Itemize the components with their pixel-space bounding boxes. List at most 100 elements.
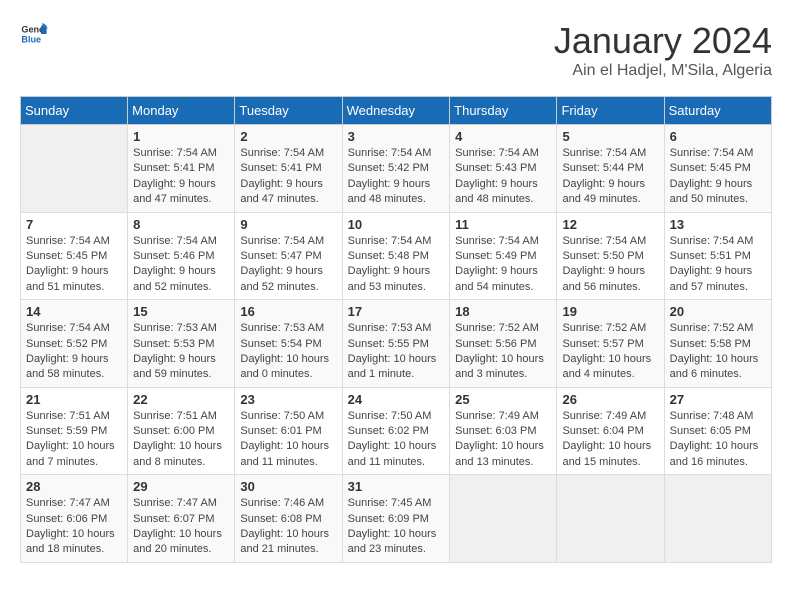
calendar-day-cell: 15 Sunrise: 7:53 AMSunset: 5:53 PMDayligh… <box>128 300 235 388</box>
day-number: 15 <box>133 304 229 319</box>
day-info: Sunrise: 7:53 AMSunset: 5:54 PMDaylight:… <box>240 321 336 383</box>
day-info: Sunrise: 7:54 AMSunset: 5:48 PMDaylight:… <box>348 234 445 296</box>
calendar-day-cell: 10 Sunrise: 7:54 AMSunset: 5:48 PMDayligh… <box>342 212 450 300</box>
calendar-day-cell: 28 Sunrise: 7:47 AMSunset: 6:06 PMDayligh… <box>21 475 128 563</box>
logo-icon: General Blue <box>20 20 48 48</box>
day-number: 16 <box>240 304 336 319</box>
day-info: Sunrise: 7:47 AMSunset: 6:07 PMDaylight:… <box>133 496 229 558</box>
calendar-day-cell: 8 Sunrise: 7:54 AMSunset: 5:46 PMDaylight… <box>128 212 235 300</box>
day-number: 4 <box>455 129 551 144</box>
title-block: January 2024 Ain el Hadjel, M'Sila, Alge… <box>554 20 772 80</box>
calendar-day-cell: 27 Sunrise: 7:48 AMSunset: 6:05 PMDayligh… <box>664 387 771 475</box>
svg-text:Blue: Blue <box>21 34 41 44</box>
day-number: 31 <box>348 479 445 494</box>
day-info: Sunrise: 7:53 AMSunset: 5:53 PMDaylight:… <box>133 321 229 383</box>
location-subtitle: Ain el Hadjel, M'Sila, Algeria <box>554 62 772 80</box>
day-number: 30 <box>240 479 336 494</box>
logo: General Blue <box>20 20 48 48</box>
calendar-day-cell <box>450 475 557 563</box>
day-info: Sunrise: 7:54 AMSunset: 5:46 PMDaylight:… <box>133 234 229 296</box>
calendar-day-cell <box>664 475 771 563</box>
calendar-table: SundayMondayTuesdayWednesdayThursdayFrid… <box>20 96 772 563</box>
calendar-day-cell: 1Sunrise: 7:54 AMSunset: 5:41 PMDaylight… <box>128 125 235 213</box>
weekday-header-cell: Thursday <box>450 97 557 125</box>
day-info: Sunrise: 7:51 AMSunset: 6:00 PMDaylight:… <box>133 409 229 471</box>
day-info: Sunrise: 7:45 AMSunset: 6:09 PMDaylight:… <box>348 496 445 558</box>
calendar-day-cell: 18 Sunrise: 7:52 AMSunset: 5:56 PMDayligh… <box>450 300 557 388</box>
calendar-day-cell: 29Sunrise: 7:47 AMSunset: 6:07 PMDayligh… <box>128 475 235 563</box>
day-number: 18 <box>455 304 551 319</box>
calendar-day-cell: 2 Sunrise: 7:54 AMSunset: 5:41 PMDaylight… <box>235 125 342 213</box>
calendar-day-cell <box>21 125 128 213</box>
day-number: 12 <box>562 217 658 232</box>
calendar-day-cell: 19 Sunrise: 7:52 AMSunset: 5:57 PMDayligh… <box>557 300 664 388</box>
weekday-header-cell: Wednesday <box>342 97 450 125</box>
day-info: Sunrise: 7:54 AMSunset: 5:51 PMDaylight:… <box>670 234 766 296</box>
day-info: Sunrise: 7:54 AMSunset: 5:41 PMDaylight:… <box>240 146 336 208</box>
weekday-header-cell: Saturday <box>664 97 771 125</box>
day-number: 10 <box>348 217 445 232</box>
page-header: General Blue January 2024 Ain el Hadjel,… <box>20 20 772 80</box>
day-number: 2 <box>240 129 336 144</box>
day-info: Sunrise: 7:54 AMSunset: 5:44 PMDaylight:… <box>562 146 658 208</box>
calendar-day-cell: 31 Sunrise: 7:45 AMSunset: 6:09 PMDayligh… <box>342 475 450 563</box>
day-number: 24 <box>348 392 445 407</box>
weekday-header-cell: Friday <box>557 97 664 125</box>
weekday-header-cell: Monday <box>128 97 235 125</box>
day-info: Sunrise: 7:49 AMSunset: 6:04 PMDaylight:… <box>562 409 658 471</box>
calendar-day-cell: 16 Sunrise: 7:53 AMSunset: 5:54 PMDayligh… <box>235 300 342 388</box>
day-info: Sunrise: 7:50 AMSunset: 6:02 PMDaylight:… <box>348 409 445 471</box>
day-info: Sunrise: 7:54 AMSunset: 5:45 PMDaylight:… <box>670 146 766 208</box>
day-number: 8 <box>133 217 229 232</box>
day-number: 19 <box>562 304 658 319</box>
day-info: Sunrise: 7:54 AMSunset: 5:49 PMDaylight:… <box>455 234 551 296</box>
day-number: 11 <box>455 217 551 232</box>
day-info: Sunrise: 7:54 AMSunset: 5:42 PMDaylight:… <box>348 146 445 208</box>
day-info: Sunrise: 7:53 AMSunset: 5:55 PMDaylight:… <box>348 321 445 383</box>
calendar-day-cell: 6 Sunrise: 7:54 AMSunset: 5:45 PMDaylight… <box>664 125 771 213</box>
day-number: 17 <box>348 304 445 319</box>
calendar-week-row: 1Sunrise: 7:54 AMSunset: 5:41 PMDaylight… <box>21 125 772 213</box>
day-info: Sunrise: 7:54 AMSunset: 5:47 PMDaylight:… <box>240 234 336 296</box>
day-info: Sunrise: 7:46 AMSunset: 6:08 PMDaylight:… <box>240 496 336 558</box>
calendar-day-cell <box>557 475 664 563</box>
calendar-day-cell: 22 Sunrise: 7:51 AMSunset: 6:00 PMDayligh… <box>128 387 235 475</box>
day-number: 13 <box>670 217 766 232</box>
weekday-header-cell: Tuesday <box>235 97 342 125</box>
day-number: 21 <box>26 392 122 407</box>
day-number: 7 <box>26 217 122 232</box>
calendar-day-cell: 20 Sunrise: 7:52 AMSunset: 5:58 PMDayligh… <box>664 300 771 388</box>
calendar-day-cell: 23Sunrise: 7:50 AMSunset: 6:01 PMDayligh… <box>235 387 342 475</box>
day-number: 28 <box>26 479 122 494</box>
day-info: Sunrise: 7:48 AMSunset: 6:05 PMDaylight:… <box>670 409 766 471</box>
calendar-week-row: 7Sunrise: 7:54 AMSunset: 5:45 PMDaylight… <box>21 212 772 300</box>
day-info: Sunrise: 7:50 AMSunset: 6:01 PMDaylight:… <box>240 409 336 471</box>
day-number: 3 <box>348 129 445 144</box>
day-number: 9 <box>240 217 336 232</box>
day-info: Sunrise: 7:51 AMSunset: 5:59 PMDaylight:… <box>26 409 122 471</box>
calendar-week-row: 21 Sunrise: 7:51 AMSunset: 5:59 PMDayligh… <box>21 387 772 475</box>
day-number: 20 <box>670 304 766 319</box>
calendar-day-cell: 14Sunrise: 7:54 AMSunset: 5:52 PMDayligh… <box>21 300 128 388</box>
day-info: Sunrise: 7:54 AMSunset: 5:41 PMDaylight:… <box>133 146 229 208</box>
day-number: 6 <box>670 129 766 144</box>
day-info: Sunrise: 7:49 AMSunset: 6:03 PMDaylight:… <box>455 409 551 471</box>
day-info: Sunrise: 7:54 AMSunset: 5:43 PMDaylight:… <box>455 146 551 208</box>
weekday-header-cell: Sunday <box>21 97 128 125</box>
day-number: 14 <box>26 304 122 319</box>
calendar-day-cell: 3 Sunrise: 7:54 AMSunset: 5:42 PMDaylight… <box>342 125 450 213</box>
calendar-day-cell: 25 Sunrise: 7:49 AMSunset: 6:03 PMDayligh… <box>450 387 557 475</box>
day-number: 27 <box>670 392 766 407</box>
calendar-day-cell: 13 Sunrise: 7:54 AMSunset: 5:51 PMDayligh… <box>664 212 771 300</box>
day-number: 25 <box>455 392 551 407</box>
calendar-day-cell: 5 Sunrise: 7:54 AMSunset: 5:44 PMDaylight… <box>557 125 664 213</box>
day-info: Sunrise: 7:52 AMSunset: 5:58 PMDaylight:… <box>670 321 766 383</box>
calendar-day-cell: 12Sunrise: 7:54 AMSunset: 5:50 PMDayligh… <box>557 212 664 300</box>
day-info: Sunrise: 7:47 AMSunset: 6:06 PMDaylight:… <box>26 496 122 558</box>
day-info: Sunrise: 7:52 AMSunset: 5:57 PMDaylight:… <box>562 321 658 383</box>
day-number: 22 <box>133 392 229 407</box>
calendar-day-cell: 7Sunrise: 7:54 AMSunset: 5:45 PMDaylight… <box>21 212 128 300</box>
calendar-day-cell: 21 Sunrise: 7:51 AMSunset: 5:59 PMDayligh… <box>21 387 128 475</box>
day-number: 5 <box>562 129 658 144</box>
day-info: Sunrise: 7:52 AMSunset: 5:56 PMDaylight:… <box>455 321 551 383</box>
